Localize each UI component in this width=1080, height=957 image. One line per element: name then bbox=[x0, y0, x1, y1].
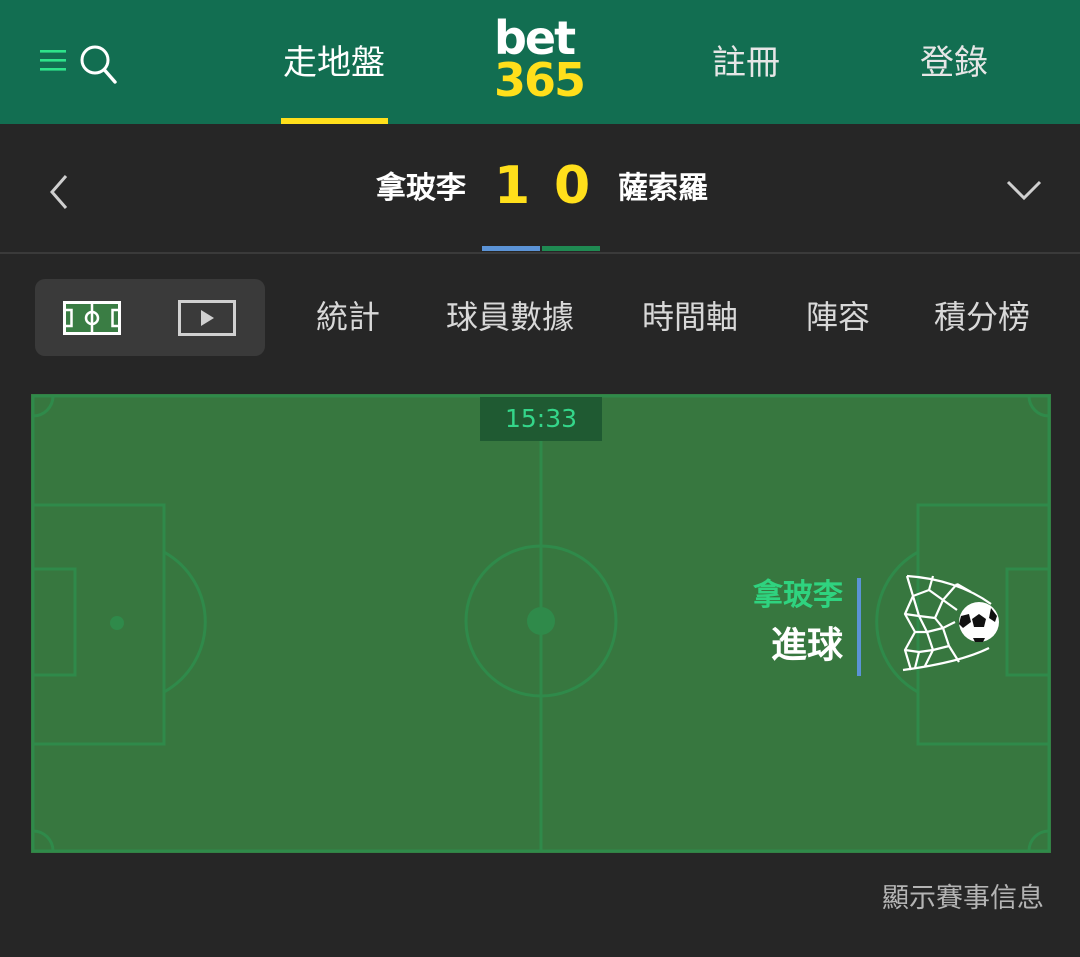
menu-icon[interactable] bbox=[40, 46, 70, 76]
home-team-color-bar bbox=[482, 246, 540, 251]
chevron-left-icon[interactable] bbox=[44, 172, 74, 212]
away-score: 0 bbox=[554, 156, 591, 216]
top-header: 走地盤 bet 365 註冊 登錄 bbox=[0, 0, 1080, 124]
nav-inplay[interactable]: 走地盤 bbox=[270, 38, 398, 88]
view-toggle bbox=[35, 279, 265, 356]
chevron-down-icon[interactable] bbox=[1004, 176, 1044, 204]
goal-net-ball-icon bbox=[902, 574, 999, 672]
show-match-info-link[interactable]: 顯示賽事信息 bbox=[860, 876, 1044, 922]
home-score: 1 bbox=[494, 156, 531, 216]
register-button[interactable]: 註冊 bbox=[690, 38, 802, 88]
home-team-name: 拿玻李 bbox=[376, 171, 466, 206]
video-play-icon[interactable] bbox=[178, 300, 236, 336]
tab-timeline[interactable]: 時間軸 bbox=[642, 292, 738, 342]
bet365-logo[interactable]: bet 365 bbox=[490, 11, 594, 107]
away-team-name: 薩索羅 bbox=[618, 171, 708, 206]
pitch-lines bbox=[31, 394, 1051, 853]
tab-lineups[interactable]: 陣容 bbox=[806, 292, 870, 342]
login-button[interactable]: 登錄 bbox=[898, 38, 1010, 88]
logo-text-365: 365 bbox=[494, 53, 586, 107]
event-divider bbox=[857, 578, 861, 676]
pitch-tracker: 15:33 拿玻李 進球 bbox=[31, 394, 1051, 853]
event-team-name: 拿玻李 bbox=[753, 578, 843, 613]
event-label: 進球 bbox=[770, 625, 843, 666]
tab-player-stats[interactable]: 球員數據 bbox=[446, 292, 574, 342]
tab-standings[interactable]: 積分榜 bbox=[934, 292, 1030, 342]
tab-stats[interactable]: 統計 bbox=[316, 292, 380, 342]
scoreboard: 拿玻李 1 0 薩索羅 bbox=[0, 124, 1080, 254]
search-icon[interactable] bbox=[78, 42, 118, 86]
match-clock: 15:33 bbox=[480, 397, 602, 441]
away-team-color-bar bbox=[542, 246, 600, 251]
pitch-view-icon[interactable] bbox=[63, 301, 121, 335]
